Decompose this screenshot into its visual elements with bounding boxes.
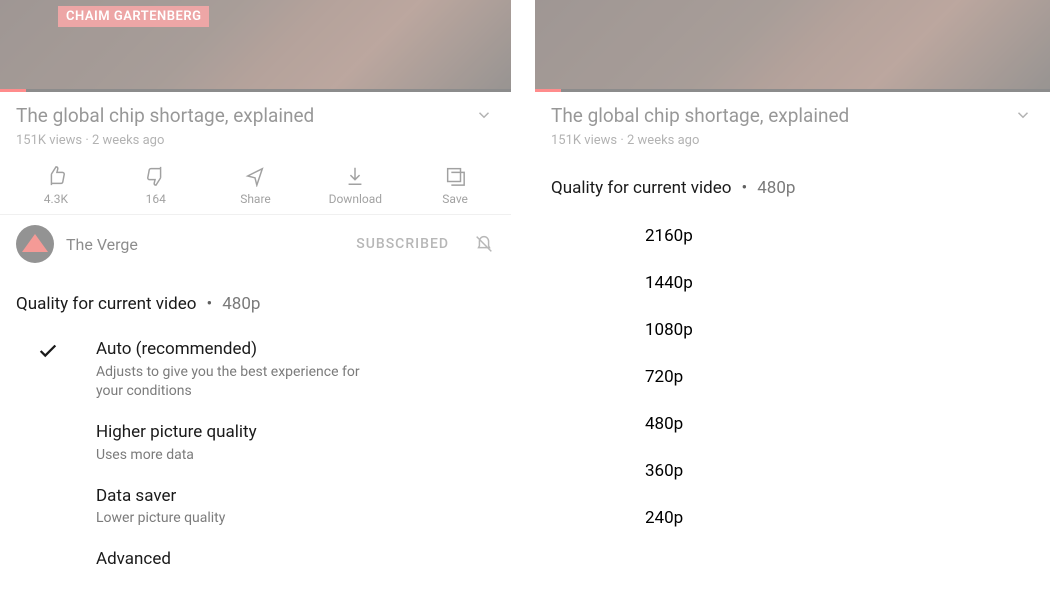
resolution-option-240p[interactable]: 240p	[535, 494, 1050, 541]
resolution-option-480p[interactable]: 480p	[535, 400, 1050, 447]
thumbs-up-icon	[45, 164, 67, 188]
author-chip: CHAIM GARTENBERG	[58, 6, 209, 27]
chevron-down-icon[interactable]	[1014, 106, 1032, 124]
chevron-down-icon[interactable]	[475, 106, 493, 124]
quality-option-auto[interactable]: Auto (recommended) Adjusts to give you t…	[0, 328, 511, 411]
video-title: The global chip shortage, explained	[551, 104, 1034, 127]
action-row: 4.3K 164 Share Download	[0, 158, 511, 214]
resolution-option-360p[interactable]: 360p	[535, 447, 1050, 494]
quality-sheet-simple: Quality for current video • 480p Auto (r…	[0, 280, 511, 581]
video-meta: The global chip shortage, explained 151K…	[535, 92, 1050, 158]
quality-option-higher[interactable]: Higher picture quality Uses more data	[0, 411, 511, 475]
bell-off-icon[interactable]	[473, 233, 495, 255]
quality-option-advanced[interactable]: Advanced	[0, 538, 511, 581]
quality-sheet-advanced: Quality for current video • 480p 2160p 1…	[535, 164, 1050, 541]
left-screenshot: CHAIM GARTENBERG The global chip shortag…	[0, 0, 511, 600]
download-icon	[344, 164, 366, 188]
video-player[interactable]: CHAIM GARTENBERG	[0, 0, 511, 92]
share-icon	[244, 164, 266, 188]
video-stats: 151K views · 2 weeks ago	[16, 133, 495, 148]
video-meta: The global chip shortage, explained 151K…	[0, 92, 511, 158]
share-button[interactable]: Share	[206, 164, 306, 206]
dimmed-background: The global chip shortage, explained 151K…	[535, 0, 1050, 158]
video-stats: 151K views · 2 weeks ago	[551, 133, 1034, 148]
checkmark-icon	[0, 338, 96, 362]
resolution-option-1080p[interactable]: 1080p	[535, 306, 1050, 353]
right-screenshot: The global chip shortage, explained 151K…	[535, 0, 1050, 600]
channel-row[interactable]: The Verge SUBSCRIBED	[0, 215, 511, 267]
video-title: The global chip shortage, explained	[16, 104, 495, 127]
save-button[interactable]: Save	[405, 164, 505, 206]
subscribed-label[interactable]: SUBSCRIBED	[356, 236, 449, 252]
channel-name: The Verge	[66, 235, 138, 254]
thumbs-down-icon	[145, 164, 167, 188]
resolution-option-1440p[interactable]: 1440p	[535, 259, 1050, 306]
dislike-button[interactable]: 164	[106, 164, 206, 206]
download-button[interactable]: Download	[305, 164, 405, 206]
save-icon	[444, 164, 466, 188]
like-button[interactable]: 4.3K	[6, 164, 106, 206]
resolution-option-720p[interactable]: 720p	[535, 353, 1050, 400]
channel-avatar[interactable]	[16, 225, 54, 263]
resolution-option-2160p[interactable]: 2160p	[535, 212, 1050, 259]
video-player[interactable]	[535, 0, 1050, 92]
sheet-header: Quality for current video • 480p	[0, 280, 511, 328]
dimmed-background: CHAIM GARTENBERG The global chip shortag…	[0, 0, 511, 267]
quality-option-datasaver[interactable]: Data saver Lower picture quality	[0, 475, 511, 539]
sheet-header: Quality for current video • 480p	[535, 164, 1050, 212]
